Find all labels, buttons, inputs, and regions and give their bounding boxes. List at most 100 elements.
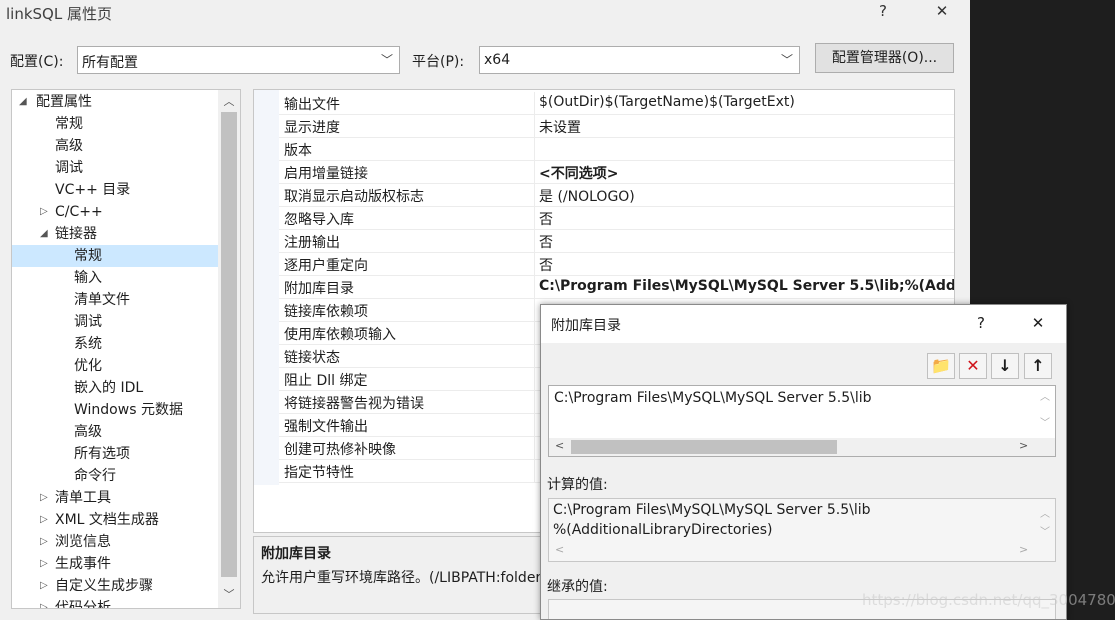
collapse-arrow-icon[interactable]: ◢ [40,223,48,245]
list-horizontal-scrollbar[interactable]: < > [549,438,1055,456]
property-value[interactable]: 否 [539,209,553,229]
tree-item[interactable]: ▷ 浏览信息 [12,531,218,553]
close-button[interactable]: ✕ [927,2,957,20]
column-divider [534,184,535,207]
directory-entry[interactable]: C:\Program Files\MySQL\MySQL Server 5.5\… [554,390,871,406]
tree-item[interactable]: 所有选项 [12,443,218,465]
property-row[interactable]: 逐用户重定向 否 [279,253,954,276]
tree-item[interactable]: ▷ 自定义生成步骤 [12,575,218,597]
property-row[interactable]: 附加库目录 C:\Program Files\MySQL\MySQL Server… [279,276,954,299]
property-name: 显示进度 [284,120,340,136]
property-row[interactable]: 版本 [279,138,954,161]
configuration-manager-button[interactable]: 配置管理器(O)... [815,43,954,73]
tree-item[interactable]: 系统 [12,333,218,355]
scroll-up-icon[interactable]: ︿ [218,93,240,109]
scrollbar-thumb[interactable] [571,440,837,454]
tree-item[interactable]: 清单文件 [12,289,218,311]
column-divider [534,299,535,322]
dialog-help-button[interactable]: ? [966,314,996,332]
move-up-icon[interactable]: ↑ [1024,353,1052,379]
dialog-title-bar: 附加库目录 ? ✕ [541,305,1066,343]
column-divider [534,92,535,115]
tree-item-label: 调试 [55,160,83,176]
property-value[interactable]: C:\Program Files\MySQL\MySQL Server 5.5\… [539,278,954,294]
new-line-icon[interactable]: 📁 [927,353,955,379]
expand-arrow-icon[interactable]: ▷ [40,553,48,575]
tree-item[interactable]: 调试 [12,157,218,179]
directory-list[interactable]: C:\Program Files\MySQL\MySQL Server 5.5\… [548,385,1056,457]
tree-item-label: 链接器 [55,226,97,242]
delete-icon[interactable]: ✕ [959,353,987,379]
property-tree: ◢ 配置属性 常规 高级 调试 VC++ 目录 ▷ C/C++ ◢ 链接器 常规 输入 清单文件 调试 系统… [11,89,241,609]
tree-item[interactable]: 优化 [12,355,218,377]
tree-item[interactable]: ▷ 生成事件 [12,553,218,575]
configuration-select[interactable]: 所有配置 ﹀ [77,46,400,74]
property-name: 忽略导入库 [284,212,354,228]
tree-item[interactable]: 常规 [12,113,218,135]
property-row[interactable]: 忽略导入库 否 [279,207,954,230]
tree-item[interactable]: 高级 [12,135,218,157]
expand-arrow-icon[interactable]: ▷ [40,531,48,553]
column-divider [534,460,535,483]
tree-item[interactable]: 命令行 [12,465,218,487]
expand-arrow-icon[interactable]: ▷ [40,597,48,608]
property-value[interactable]: <不同选项> [539,163,618,183]
column-divider [534,414,535,437]
platform-select[interactable]: x64 ﹀ [479,46,800,74]
property-value[interactable]: $(OutDir)$(TargetName)$(TargetExt) [539,94,795,110]
scroll-down-icon[interactable]: ﹀ [218,586,240,602]
scrollbar-thumb[interactable] [221,112,237,577]
tree-item[interactable]: ▷ 代码分析 [12,597,218,608]
tree-item[interactable]: 调试 [12,311,218,333]
list-vertical-scrollbar[interactable]: ︿ ﹀ [1035,386,1055,438]
scroll-right-icon[interactable]: > [1019,439,1028,452]
additional-library-directories-dialog: 附加库目录 ? ✕ 📁 ✕ ↓ ↑ C:\Program Files\MySQL… [540,304,1067,620]
tree-item[interactable]: 高级 [12,421,218,443]
tree-item[interactable]: ◢ 链接器 [12,223,218,245]
scroll-left-icon[interactable]: < [555,439,564,452]
expand-arrow-icon[interactable]: ▷ [40,201,48,223]
expand-arrow-icon[interactable]: ▷ [40,509,48,531]
column-divider [534,161,535,184]
tree-item-label: XML 文档生成器 [55,512,159,528]
tree-item-label: 清单工具 [55,490,111,506]
tree-item-label: 输入 [74,270,102,286]
tree-item[interactable]: ▷ C/C++ [12,201,218,223]
configuration-value: 所有配置 [82,55,138,71]
tree-vertical-scrollbar[interactable]: ︿ ﹀ [218,90,240,608]
tree-item-label: 清单文件 [74,292,130,308]
dialog-close-button[interactable]: ✕ [1023,314,1053,332]
platform-label: 平台(P): [412,54,465,70]
tree-item[interactable]: 输入 [12,267,218,289]
tree-item[interactable]: 嵌入的 IDL [12,377,218,399]
property-name: 创建可热修补映像 [284,442,396,458]
tree-item[interactable]: VC++ 目录 [12,179,218,201]
property-value[interactable]: 否 [539,232,553,252]
tree-item[interactable]: ▷ XML 文档生成器 [12,509,218,531]
property-row[interactable]: 显示进度 未设置 [279,115,954,138]
property-name: 链接库依赖项 [284,304,368,320]
move-down-icon[interactable]: ↓ [991,353,1019,379]
property-name: 指定节特性 [284,465,354,481]
tree-item-label: 调试 [74,314,102,330]
expand-arrow-icon[interactable]: ▷ [40,575,48,597]
scroll-up-icon[interactable]: ︿ [1040,388,1050,403]
property-name: 逐用户重定向 [284,258,368,274]
scroll-down-icon[interactable]: ﹀ [1040,414,1050,429]
property-value[interactable]: 是 (/NOLOGO) [539,186,635,206]
property-value[interactable]: 否 [539,255,553,275]
tree-item-label: 优化 [74,358,102,374]
property-row[interactable]: 启用增量链接 <不同选项> [279,161,954,184]
tree-item[interactable]: 常规 [12,245,218,267]
tree-item[interactable]: Windows 元数据 [12,399,218,421]
property-row[interactable]: 输出文件 $(OutDir)$(TargetName)$(TargetExt) [279,92,954,115]
collapse-arrow-icon[interactable]: ◢ [19,91,27,113]
tree-item[interactable]: ◢ 配置属性 [12,91,218,113]
property-value[interactable]: 未设置 [539,117,581,137]
property-row[interactable]: 注册输出 否 [279,230,954,253]
help-button[interactable]: ? [868,2,898,20]
tree-item[interactable]: ▷ 清单工具 [12,487,218,509]
property-row[interactable]: 取消显示启动版权标志 是 (/NOLOGO) [279,184,954,207]
property-name: 使用库依赖项输入 [284,327,396,343]
expand-arrow-icon[interactable]: ▷ [40,487,48,509]
